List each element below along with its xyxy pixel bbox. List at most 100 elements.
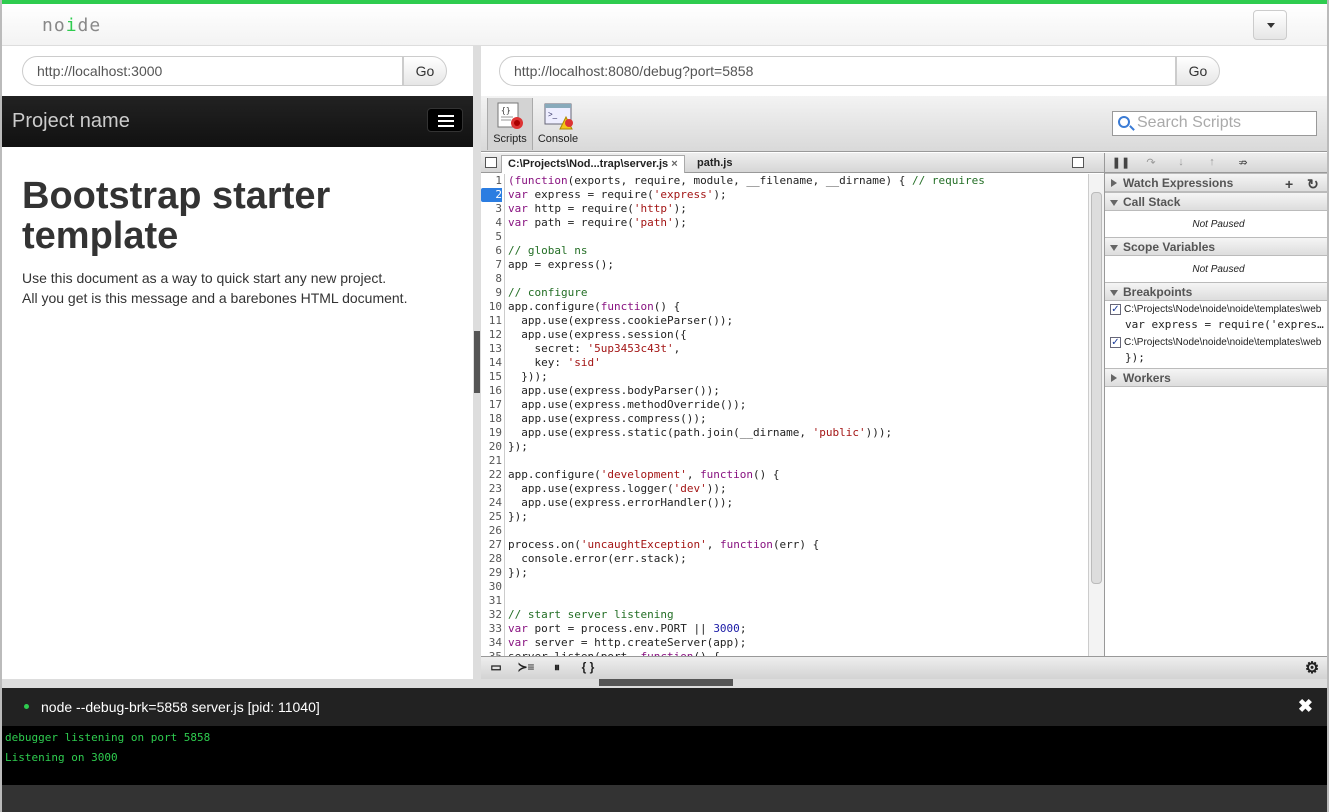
watch-expressions-header[interactable]: Watch Expressions + ↻: [1105, 173, 1327, 193]
hamburger-menu-icon[interactable]: [427, 108, 463, 132]
add-watch-icon[interactable]: +: [1285, 176, 1293, 192]
scope-variables-header[interactable]: Scope Variables: [1105, 237, 1327, 256]
code-editor[interactable]: 1 (function(exports, require, module, __f…: [481, 174, 1104, 656]
workers-header[interactable]: Workers: [1105, 368, 1327, 387]
code-text: app.configure('development', function() …: [508, 468, 780, 481]
line-number[interactable]: 29: [481, 566, 502, 580]
line-number[interactable]: 15: [481, 370, 502, 384]
horizontal-splitter[interactable]: [2, 679, 1327, 688]
step-out-icon[interactable]: ↑: [1200, 156, 1224, 170]
show-console-icon[interactable]: ≻≡: [515, 660, 537, 676]
code-text: // start server listening: [508, 608, 674, 621]
code-text: app.use(express.cookieParser());: [508, 314, 734, 327]
code-text: // configure: [508, 286, 588, 299]
line-number[interactable]: 13: [481, 342, 502, 356]
line-number[interactable]: 24: [481, 496, 502, 510]
code-line: 31: [481, 594, 1091, 608]
line-number[interactable]: 1: [481, 174, 502, 188]
close-tab-icon[interactable]: ×: [671, 158, 677, 170]
file-tab-server-js[interactable]: C:\Projects\Nod...trap\server.js ×: [501, 155, 685, 173]
breakpoint-marker[interactable]: 2: [481, 188, 502, 202]
pretty-print-icon[interactable]: { }: [577, 660, 599, 676]
pause-icon[interactable]: ❚❚: [1109, 156, 1133, 170]
breakpoint-code: });: [1125, 351, 1145, 364]
scrollbar-thumb[interactable]: [1091, 192, 1102, 584]
refresh-icon[interactable]: ↻: [1307, 176, 1319, 193]
breakpoint-item[interactable]: ✓ C:\Projects\Node\noide\noide\templates\…: [1110, 337, 1327, 348]
line-number[interactable]: 9: [481, 286, 502, 300]
right-go-button[interactable]: Go: [1176, 56, 1220, 86]
menu-dropdown-button[interactable]: [1253, 10, 1287, 40]
pause-on-exceptions-icon[interactable]: ⏸: [546, 660, 568, 676]
toggle-navigator-icon[interactable]: [485, 157, 497, 168]
line-number[interactable]: 32: [481, 608, 502, 622]
tab-scripts[interactable]: {} Scripts: [487, 98, 533, 150]
line-number[interactable]: 23: [481, 482, 502, 496]
call-stack-header[interactable]: Call Stack: [1105, 192, 1327, 211]
breakpoint-item[interactable]: ✓ C:\Projects\Node\noide\noide\templates\…: [1110, 304, 1327, 316]
code-line: 19 app.use(express.static(path.join(__di…: [481, 426, 1091, 440]
preview-heading: Bootstrap starter template: [22, 175, 331, 257]
line-number[interactable]: 17: [481, 398, 502, 412]
vertical-splitter[interactable]: [473, 46, 481, 679]
editor-scrollbar[interactable]: [1088, 174, 1104, 656]
close-icon[interactable]: ✖: [1298, 696, 1313, 717]
line-number[interactable]: 18: [481, 412, 502, 426]
noide-app: noide http://localhost:3000 Go http://lo…: [0, 0, 1329, 812]
line-number[interactable]: 5: [481, 230, 502, 244]
line-number[interactable]: 34: [481, 636, 502, 650]
logo-accent: i: [65, 15, 78, 36]
line-number[interactable]: 11: [481, 314, 502, 328]
line-number[interactable]: 30: [481, 580, 502, 594]
noide-logo[interactable]: noide: [42, 15, 101, 36]
line-number[interactable]: 25: [481, 510, 502, 524]
line-number[interactable]: 19: [481, 426, 502, 440]
line-number[interactable]: 33: [481, 622, 502, 636]
splitter-grip[interactable]: [599, 679, 733, 686]
code-text: (function(exports, require, module, __fi…: [508, 174, 985, 187]
call-stack-status: Not Paused: [1192, 219, 1245, 230]
breakpoint-path: C:\Projects\Node\noide\noide\templates\w…: [1124, 304, 1322, 316]
left-go-button[interactable]: Go: [403, 56, 447, 86]
splitter-grip[interactable]: [474, 331, 480, 393]
settings-gear-icon[interactable]: ⚙: [1301, 658, 1323, 677]
line-number[interactable]: 28: [481, 552, 502, 566]
toggle-debugger-icon[interactable]: [1072, 157, 1084, 168]
line-number[interactable]: 31: [481, 594, 502, 608]
line-number[interactable]: 12: [481, 328, 502, 342]
line-number[interactable]: 8: [481, 272, 502, 286]
preview-brand[interactable]: Project name: [12, 110, 130, 133]
file-tab-path-js[interactable]: path.js: [691, 155, 738, 173]
code-text: secret: '5up3453c43t',: [508, 342, 681, 355]
tab-console[interactable]: >_ Console: [535, 98, 581, 150]
line-number[interactable]: 6: [481, 244, 502, 258]
line-number[interactable]: 26: [481, 524, 502, 538]
terminal-output: debugger listening on port 5858 Listenin…: [2, 726, 1327, 785]
code-line: 32 // start server listening: [481, 608, 1091, 622]
preview-lead: Use this document as a way to quick star…: [22, 268, 462, 308]
search-scripts-input[interactable]: Search Scripts: [1112, 111, 1317, 136]
left-url-input[interactable]: http://localhost:3000: [22, 56, 403, 86]
step-over-icon[interactable]: ↷: [1139, 156, 1163, 170]
code-text: }));: [508, 370, 548, 383]
line-number[interactable]: 21: [481, 454, 502, 468]
code-line: 2 var express = require('express');: [481, 188, 1091, 202]
devtools-toolbar: {} Scripts >_ Console Search Scripts: [481, 96, 1327, 152]
code-text: var path = require('path');: [508, 216, 687, 229]
step-into-icon[interactable]: ↓: [1169, 156, 1193, 170]
checkbox-checked-icon[interactable]: ✓: [1110, 304, 1121, 315]
line-number[interactable]: 4: [481, 216, 502, 230]
line-number[interactable]: 3: [481, 202, 502, 216]
line-number[interactable]: 27: [481, 538, 502, 552]
checkbox-checked-icon[interactable]: ✓: [1110, 337, 1121, 348]
line-number[interactable]: 7: [481, 258, 502, 272]
line-number[interactable]: 14: [481, 356, 502, 370]
deactivate-breakpoints-icon[interactable]: ⇏: [1231, 156, 1255, 170]
right-url-input[interactable]: http://localhost:8080/debug?port=5858: [499, 56, 1176, 86]
dock-icon[interactable]: ▭: [485, 660, 507, 676]
line-number[interactable]: 22: [481, 468, 502, 482]
line-number[interactable]: 16: [481, 384, 502, 398]
breakpoints-header[interactable]: Breakpoints: [1105, 282, 1327, 301]
line-number[interactable]: 20: [481, 440, 502, 454]
line-number[interactable]: 10: [481, 300, 502, 314]
